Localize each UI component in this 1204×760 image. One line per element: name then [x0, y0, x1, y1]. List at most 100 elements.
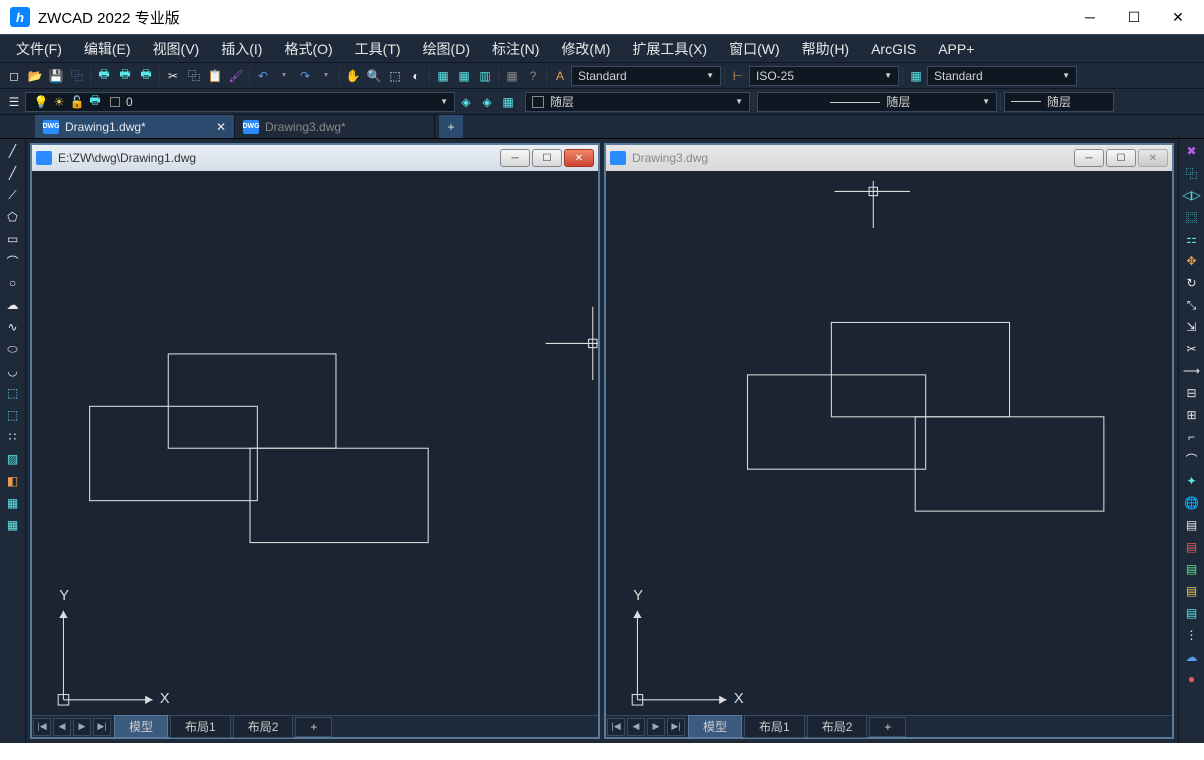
tab-add[interactable]: + — [869, 717, 906, 737]
arc-icon[interactable]: ⌒ — [2, 251, 24, 271]
cloud-sync-icon[interactable]: ☁ — [1181, 647, 1203, 667]
earth-icon[interactable]: 🌐 — [1181, 493, 1203, 513]
menu-tools[interactable]: 工具(T) — [345, 35, 411, 63]
new-icon[interactable]: ◻ — [4, 66, 24, 86]
menu-dimension[interactable]: 标注(N) — [482, 35, 549, 63]
menu-format[interactable]: 格式(O) — [274, 35, 342, 63]
menu-file[interactable]: 文件(F) — [6, 35, 72, 63]
layer-prev-icon[interactable]: ◈ — [456, 92, 476, 112]
region-icon[interactable]: ▦ — [2, 493, 24, 513]
undo-dropdown-icon[interactable]: ▼ — [274, 66, 294, 86]
extend-icon[interactable]: ⟶ — [1181, 361, 1203, 381]
matchprop-icon[interactable]: 🖌 — [226, 66, 246, 86]
lineweight-combo[interactable]: 随层 — [1004, 92, 1114, 112]
xline-icon[interactable]: ╱ — [2, 163, 24, 183]
dimstyle-icon[interactable]: ⊢ — [728, 66, 748, 86]
ellipse-arc-icon[interactable]: ◡ — [2, 361, 24, 381]
trim-icon[interactable]: ✂ — [1181, 339, 1203, 359]
zoom-window-icon[interactable]: ⬚ — [385, 66, 405, 86]
scroll-next-icon[interactable]: ▶ — [73, 718, 91, 736]
pan-icon[interactable]: ✋ — [343, 66, 363, 86]
layer-thaw-icon[interactable]: ▤ — [1181, 603, 1203, 623]
drawing-minimize-button[interactable]: ─ — [1074, 149, 1104, 167]
saveall-icon[interactable]: ⿻ — [67, 66, 87, 86]
tab-layout2[interactable]: 布局2 — [233, 715, 294, 738]
drawing-maximize-button[interactable]: ☐ — [532, 149, 562, 167]
doctab-drawing3[interactable]: DWG Drawing3.dwg* — [235, 115, 435, 138]
tab-model[interactable]: 模型 — [114, 715, 168, 738]
menu-edit[interactable]: 编辑(E) — [74, 35, 141, 63]
menu-app[interactable]: APP+ — [928, 37, 984, 61]
tool-palette-icon[interactable]: ▥ — [475, 66, 495, 86]
drawing-canvas[interactable]: X Y — [32, 171, 598, 715]
tab-layout1[interactable]: 布局1 — [170, 715, 231, 738]
textstyle-icon[interactable]: A — [550, 66, 570, 86]
polyline-icon[interactable]: ⟋ — [2, 185, 24, 205]
rotate-icon[interactable]: ↻ — [1181, 273, 1203, 293]
menu-window[interactable]: 窗口(W) — [719, 35, 790, 63]
tablestyle-icon[interactable]: ▦ — [906, 66, 926, 86]
doctab-add-button[interactable]: + — [439, 115, 463, 138]
scale-icon[interactable]: ⤡ — [1181, 295, 1203, 315]
copy-obj-icon[interactable]: ⿻ — [1181, 163, 1203, 183]
point-icon[interactable]: ∷ — [2, 427, 24, 447]
scroll-first-icon[interactable]: |◀ — [33, 718, 51, 736]
rectangle-icon[interactable]: ▭ — [2, 229, 24, 249]
calc-icon[interactable]: ▦ — [502, 66, 522, 86]
tab-layout1[interactable]: 布局1 — [744, 715, 805, 738]
doctab-close-icon[interactable]: ✕ — [216, 120, 226, 134]
spline-icon[interactable]: ∿ — [2, 317, 24, 337]
scroll-last-icon[interactable]: ▶| — [667, 718, 685, 736]
explode-icon[interactable]: ✦ — [1181, 471, 1203, 491]
redo-dropdown-icon[interactable]: ▼ — [316, 66, 336, 86]
drawing-close-button[interactable]: ✕ — [1138, 149, 1168, 167]
zoom-prev-icon[interactable]: ◐ — [406, 66, 426, 86]
insert-block-icon[interactable]: ⬚ — [2, 383, 24, 403]
drawing-canvas[interactable]: X Y — [606, 171, 1172, 715]
menu-help[interactable]: 帮助(H) — [792, 35, 859, 63]
layer-icon[interactable]: ▤ — [1181, 515, 1203, 535]
scroll-last-icon[interactable]: ▶| — [93, 718, 111, 736]
mirror-icon[interactable]: ◁▷ — [1181, 185, 1203, 205]
color-combo[interactable]: 随层▼ — [525, 92, 750, 112]
paste-icon[interactable]: 📋 — [205, 66, 225, 86]
drawing-maximize-button[interactable]: ☐ — [1106, 149, 1136, 167]
layer-state-icon[interactable]: ◈ — [477, 92, 497, 112]
drawing-titlebar[interactable]: E:\ZW\dwg\Drawing1.dwg ─ ☐ ✕ — [32, 145, 598, 171]
menu-view[interactable]: 视图(V) — [143, 35, 210, 63]
maximize-button[interactable]: ☐ — [1112, 2, 1156, 32]
layer-freeze-icon[interactable]: ▤ — [1181, 581, 1203, 601]
polygon-icon[interactable]: ⬠ — [2, 207, 24, 227]
offset-icon[interactable]: ⿴ — [1181, 207, 1203, 227]
menu-arcgis[interactable]: ArcGIS — [861, 37, 926, 61]
tab-model[interactable]: 模型 — [688, 715, 742, 738]
minimize-button[interactable]: ─ — [1068, 2, 1112, 32]
properties-icon[interactable]: ▦ — [433, 66, 453, 86]
print-preview-icon[interactable]: 🖶 — [115, 66, 135, 86]
menu-modify[interactable]: 修改(M) — [551, 35, 620, 63]
stretch-icon[interactable]: ⇲ — [1181, 317, 1203, 337]
dimstyle-combo[interactable]: ISO-25▼ — [749, 66, 899, 86]
break-icon[interactable]: ⊟ — [1181, 383, 1203, 403]
scroll-first-icon[interactable]: |◀ — [607, 718, 625, 736]
ellipse-icon[interactable]: ⬭ — [2, 339, 24, 359]
linetype-combo[interactable]: 随层▼ — [757, 92, 997, 112]
copy-icon[interactable]: ⿻ — [184, 66, 204, 86]
layer-iso-icon[interactable]: ▦ — [498, 92, 518, 112]
gradient-icon[interactable]: ◧ — [2, 471, 24, 491]
more-icon[interactable]: ⋮ — [1181, 625, 1203, 645]
publish-icon[interactable]: 🖶 — [136, 66, 156, 86]
tab-add[interactable]: + — [295, 717, 332, 737]
line-icon[interactable]: ╱ — [2, 141, 24, 161]
scroll-prev-icon[interactable]: ◀ — [53, 718, 71, 736]
design-center-icon[interactable]: ▦ — [454, 66, 474, 86]
scroll-prev-icon[interactable]: ◀ — [627, 718, 645, 736]
drawing-titlebar[interactable]: Drawing3.dwg ─ ☐ ✕ — [606, 145, 1172, 171]
layer-manager-icon[interactable]: ☰ — [4, 92, 24, 112]
zoom-icon[interactable]: 🔍 — [364, 66, 384, 86]
chamfer-icon[interactable]: ⌐ — [1181, 427, 1203, 447]
table-icon[interactable]: ▦ — [2, 515, 24, 535]
help-icon[interactable]: ? — [523, 66, 543, 86]
textstyle-combo[interactable]: Standard▼ — [571, 66, 721, 86]
drawing-minimize-button[interactable]: ─ — [500, 149, 530, 167]
